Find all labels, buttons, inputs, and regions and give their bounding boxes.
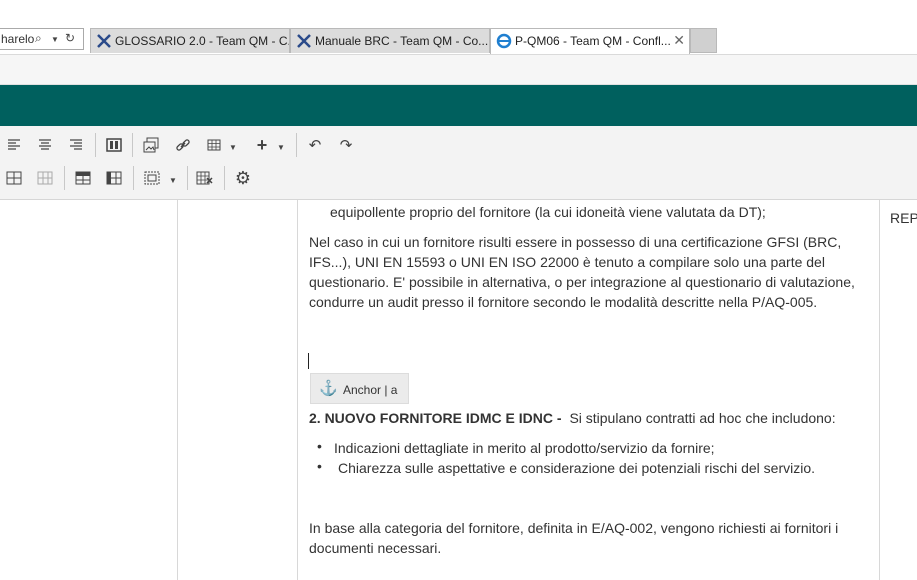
list-item: Indicazioni dettagliate in merito al pro…	[334, 440, 715, 456]
text-cursor	[308, 353, 309, 369]
refresh-icon[interactable]: ↻	[65, 31, 75, 45]
bullet-icon: •	[317, 438, 322, 454]
toolbar-separator	[95, 133, 96, 157]
align-right-icon[interactable]	[64, 134, 88, 156]
toolbar-separator	[224, 166, 225, 190]
chevron-down-icon[interactable]: ▼	[169, 176, 177, 185]
anchor-icon: ⚓	[319, 380, 338, 397]
paragraph-line: questionario. E' possibile in alternativ…	[309, 274, 855, 290]
bullet-icon: •	[317, 458, 322, 474]
tab-label: GLOSSARIO 2.0 - Team QM - C...	[115, 34, 290, 48]
paragraph-line: IFS...), UNI EN 15593 o UNI EN ISO 22000…	[309, 254, 825, 270]
table-header-column-icon[interactable]	[102, 167, 126, 189]
ie-tab-icon	[496, 33, 512, 49]
insert-plus-icon[interactable]: +	[250, 134, 274, 156]
redo-icon[interactable]: ↷	[334, 134, 358, 156]
right-column-label: REP	[890, 210, 917, 226]
tab-p-qm06[interactable]: P-QM06 - Team QM - Confl... ✕	[490, 28, 690, 54]
address-text: harelo	[1, 32, 35, 46]
command-bar	[0, 55, 917, 85]
paragraph-line: Nel caso in cui un fornitore risulti ess…	[309, 234, 842, 250]
content-right-border	[879, 200, 880, 580]
table-insert-icon[interactable]	[2, 167, 26, 189]
content-left-border	[297, 200, 298, 580]
table-disabled-icon	[33, 167, 57, 189]
list-item-continuation: equipollente proprio del fornitore (la c…	[330, 204, 766, 220]
paragraph-line: condurre un audit presso il fornitore se…	[309, 294, 818, 310]
list-item: Chiarezza sulle aspettative e consideraz…	[338, 460, 816, 476]
sharepoint-tab-icon	[297, 34, 311, 48]
tab-label: P-QM06 - Team QM - Confl...	[515, 34, 671, 48]
toolbar-separator	[133, 166, 134, 190]
chevron-down-icon[interactable]: ▼	[229, 143, 237, 152]
heading-bold: 2. NUOVO FORNITORE IDMC E IDNC -	[309, 410, 562, 426]
toolbar-separator	[64, 166, 65, 190]
new-tab-button[interactable]	[690, 28, 717, 53]
chevron-down-icon[interactable]: ▼	[51, 35, 59, 44]
paragraph-line: documenti necessari.	[309, 540, 442, 556]
insert-picture-icon[interactable]	[139, 134, 163, 156]
address-bar[interactable]: harelo ⌕ ▼ ↻	[0, 28, 84, 50]
gear-icon[interactable]: ⚙	[231, 167, 255, 189]
table-styles-icon[interactable]	[140, 167, 164, 189]
tab-manuale-brc[interactable]: Manuale BRC - Team QM - Co...	[290, 28, 490, 53]
anchor-macro[interactable]: ⚓ Anchor | a	[310, 373, 409, 404]
table-header-row-icon[interactable]	[71, 167, 95, 189]
editor-ribbon: ▼ + ▼ ↶ ↷ ▼ ⚙	[0, 126, 917, 200]
align-center-icon[interactable]	[33, 134, 57, 156]
delete-table-icon[interactable]	[193, 167, 217, 189]
section-heading: 2. NUOVO FORNITORE IDMC E IDNC - Si stip…	[309, 408, 836, 428]
toolbar-separator	[296, 133, 297, 157]
anchor-label: Anchor | a	[343, 383, 398, 397]
heading-text: Si stipulano contratti ad hoc che includ…	[569, 410, 836, 426]
align-left-icon[interactable]	[2, 134, 26, 156]
table-icon[interactable]	[202, 134, 226, 156]
sharepoint-tab-icon	[97, 34, 111, 48]
paragraph-line: In base alla categoria del fornitore, de…	[309, 520, 839, 536]
link-icon[interactable]	[171, 134, 195, 156]
toolbar-separator	[187, 166, 188, 190]
tab-label: Manuale BRC - Team QM - Co...	[315, 34, 489, 48]
chevron-down-icon[interactable]: ▼	[277, 143, 285, 152]
close-icon[interactable]: ✕	[673, 32, 685, 49]
toolbar-separator	[132, 133, 133, 157]
suite-bar	[0, 85, 917, 126]
layout-icon[interactable]	[102, 134, 126, 156]
search-icon[interactable]: ⌕	[35, 31, 42, 46]
undo-icon[interactable]: ↶	[303, 134, 327, 156]
column-divider	[177, 200, 178, 580]
tab-glossario[interactable]: GLOSSARIO 2.0 - Team QM - C...	[90, 28, 290, 53]
